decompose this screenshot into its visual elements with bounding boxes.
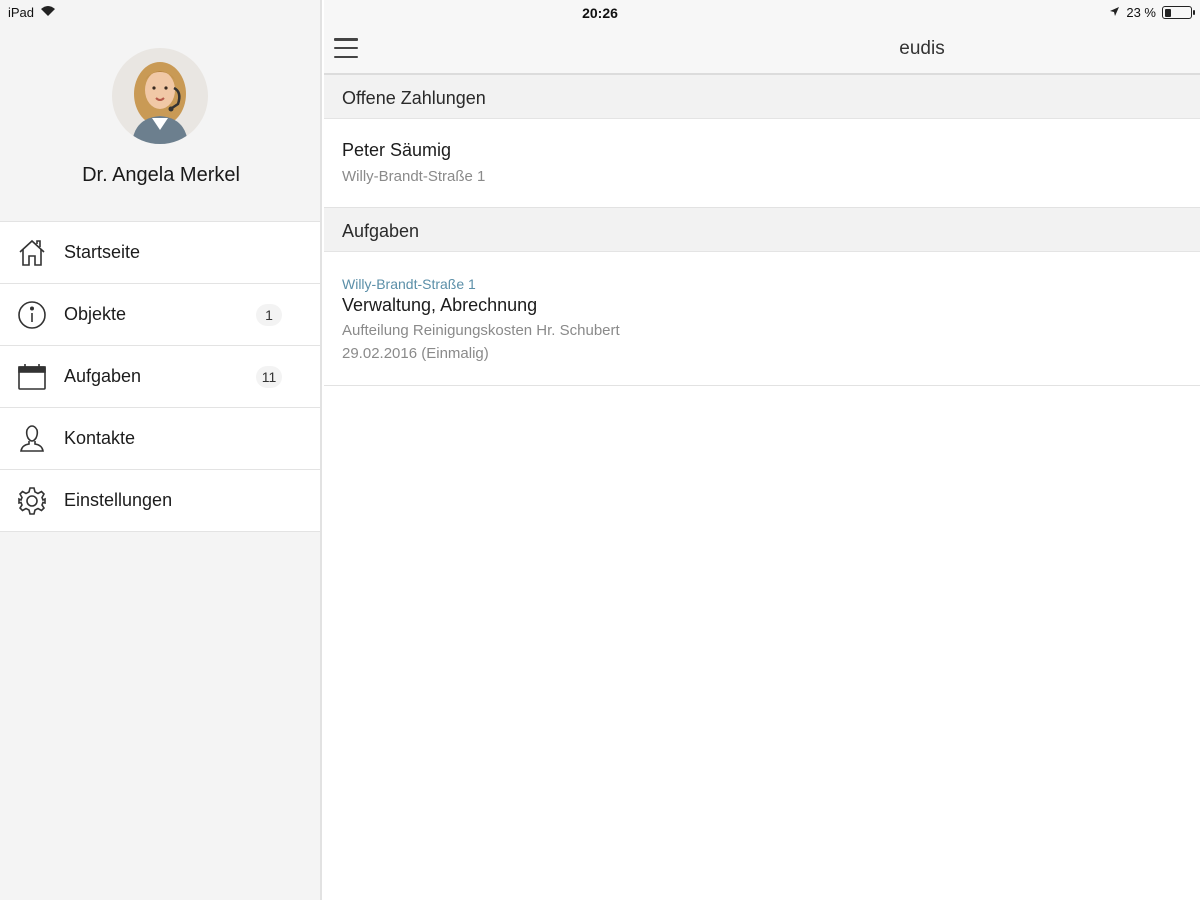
sidebar-item-label: Startseite — [64, 242, 141, 262]
battery-level-fill — [1164, 8, 1171, 17]
sidebar-item-kontakte[interactable]: Kontakte — [0, 408, 320, 470]
payment-address: Willy-Brandt-Straße 1 — [342, 168, 486, 185]
sidebar-menu: Startseite Objekte 1 Aufgaben 11 Kontakt… — [0, 221, 320, 532]
sidebar-item-objekte[interactable]: Objekte 1 — [0, 284, 320, 346]
list-item-payment[interactable]: Peter Säumig Willy-Brandt-Straße 1 — [324, 120, 1200, 208]
sidebar-item-label: Aufgaben — [64, 366, 142, 386]
main-content: eudis Offene Zahlungen Peter Säumig Will… — [324, 0, 1200, 900]
sidebar-item-label: Kontakte — [64, 428, 136, 448]
profile-header: Dr. Angela Merkel — [0, 26, 322, 221]
section-header-payments: Offene Zahlungen — [324, 75, 1200, 119]
task-date: 29.02.2016 (Einmalig) — [342, 345, 489, 362]
home-icon — [16, 237, 48, 269]
sidebar-item-einstellungen[interactable]: Einstellungen — [0, 470, 320, 532]
location-arrow-icon — [1109, 5, 1120, 20]
payment-name: Peter Säumig — [342, 140, 452, 160]
sidebar-item-aufgaben[interactable]: Aufgaben 11 — [0, 346, 320, 408]
task-title: Verwaltung, Abrechnung — [342, 295, 538, 315]
count-badge: 1 — [256, 303, 282, 326]
gear-icon — [16, 485, 48, 517]
section-header-tasks: Aufgaben — [324, 208, 1200, 252]
info-icon — [16, 299, 48, 331]
status-bar: iPad 20:26 23 % — [0, 0, 1200, 26]
calendar-icon — [16, 361, 48, 393]
profile-name: Dr. Angela Merkel — [82, 164, 240, 186]
battery-percent: 23 % — [1126, 5, 1156, 20]
sidebar-item-label: Einstellungen — [64, 490, 173, 510]
clock: 20:26 — [582, 5, 618, 21]
task-location: Willy-Brandt-Straße 1 — [342, 276, 476, 292]
battery-icon — [1162, 6, 1195, 19]
person-icon — [16, 423, 48, 455]
page-title: eudis — [899, 38, 945, 59]
avatar[interactable] — [112, 48, 208, 144]
list-item-task[interactable]: Willy-Brandt-Straße 1 Verwaltung, Abrech… — [324, 253, 1200, 386]
count-badge: 11 — [256, 365, 282, 388]
sidebar: Dr. Angela Merkel Startseite Objekte 1 A… — [0, 0, 322, 900]
sidebar-item-label: Objekte — [64, 304, 127, 324]
sidebar-item-startseite[interactable]: Startseite — [0, 222, 320, 284]
task-description: Aufteilung Reinigungskosten Hr. Schubert — [342, 322, 620, 339]
